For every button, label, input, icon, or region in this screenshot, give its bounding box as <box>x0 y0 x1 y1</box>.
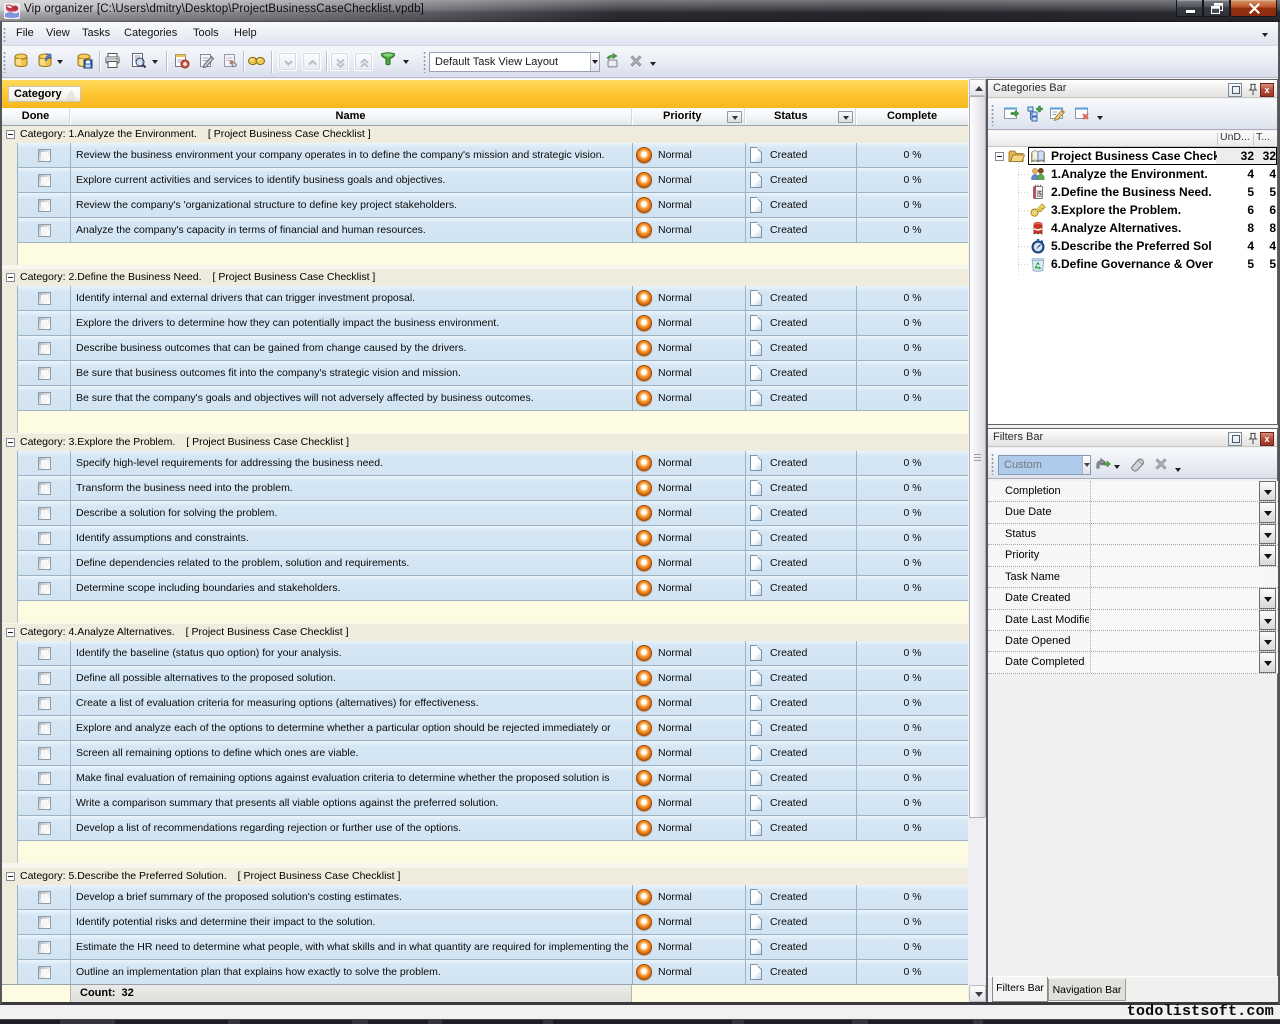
svg-text:5: 5 <box>1038 192 1041 198</box>
